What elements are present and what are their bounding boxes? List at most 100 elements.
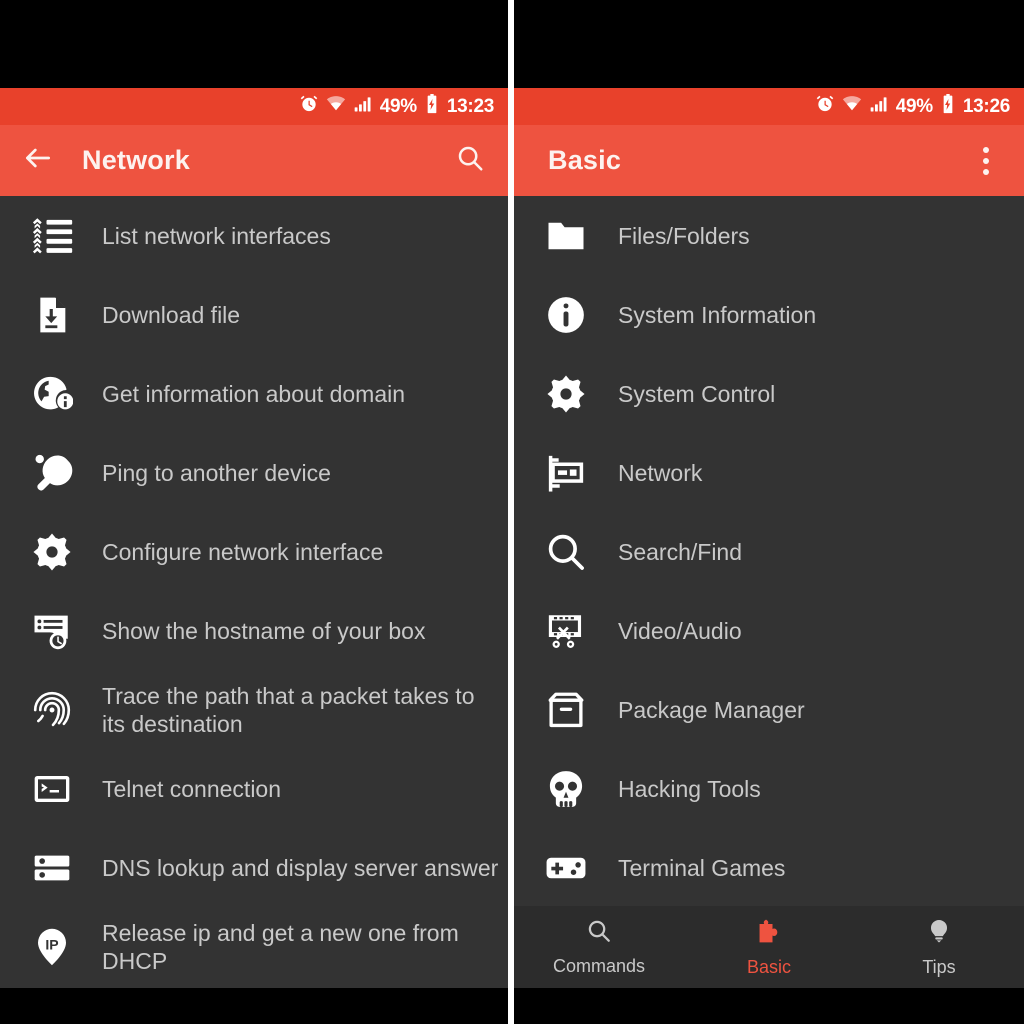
cellular-signal-icon <box>869 94 889 119</box>
battery-percent-label: 49% <box>379 96 417 117</box>
list-item-label: Configure network interface <box>102 538 384 565</box>
list-item-label: System Information <box>618 301 817 328</box>
list-item-label: Get information about domain <box>102 380 406 407</box>
list-item[interactable]: Search/Find <box>514 512 1024 591</box>
gear-icon <box>26 526 78 578</box>
list-item[interactable]: System Control <box>514 354 1024 433</box>
list-item[interactable]: Get information about domain <box>0 354 508 433</box>
right-status-bar: 49% 13:26 <box>514 88 1024 125</box>
nav-tab-basic[interactable]: Basic <box>684 917 854 978</box>
alarm-clock-icon <box>815 94 835 119</box>
clock-time-label: 13:23 <box>446 96 494 117</box>
list-item-label: List network interfaces <box>102 222 331 249</box>
list-item[interactable]: Ping to another device <box>0 433 508 512</box>
list-item-label: Telnet connection <box>102 775 282 802</box>
cellular-signal-icon <box>353 94 373 119</box>
hostname-card-icon <box>26 605 78 657</box>
search-icon <box>586 918 612 949</box>
back-button[interactable] <box>16 142 60 179</box>
info-circle-icon <box>540 289 592 341</box>
ip-pin-icon: IP <box>26 921 78 973</box>
page-title: Basic <box>548 145 622 175</box>
nav-tab-label: Basic <box>746 956 791 977</box>
back-arrow-icon <box>22 142 54 179</box>
list-item[interactable]: Network <box>514 433 1024 512</box>
list-item-label: Package Manager <box>618 696 805 723</box>
server-rack-icon <box>26 842 78 894</box>
package-box-icon <box>540 684 592 736</box>
list-item[interactable]: Package Manager <box>514 670 1024 749</box>
list-item-label: Terminal Games <box>618 854 786 881</box>
alarm-clock-icon <box>299 94 319 119</box>
right-bottom-bezel <box>514 988 1024 1024</box>
skull-icon <box>540 763 592 815</box>
list-item[interactable]: Hacking Tools <box>514 749 1024 828</box>
list-item[interactable]: Show the hostname of your box <box>0 591 508 670</box>
list-item-label: Video/Audio <box>618 617 742 644</box>
nav-tab-label: Commands <box>552 955 646 976</box>
list-item[interactable]: IP Release ip and get a new one from DHC… <box>0 907 508 986</box>
nav-tab-tips[interactable]: Tips <box>854 917 1024 978</box>
svg-text:IP: IP <box>45 936 58 952</box>
ping-pong-paddle-icon <box>26 447 78 499</box>
list-item[interactable]: Terminal Games <box>514 828 1024 906</box>
list-item[interactable]: DNS lookup and display server answer <box>0 828 508 907</box>
search-icon <box>455 143 485 178</box>
bottom-navigation-bar[interactable]: Commands Basic Tips <box>514 906 1024 988</box>
left-command-list[interactable]: List network interfaces Download file Ge… <box>0 196 508 988</box>
left-toolbar: Network <box>0 125 508 196</box>
list-item[interactable]: List network interfaces <box>0 196 508 275</box>
battery-charging-icon <box>940 94 956 119</box>
folder-icon <box>540 210 592 262</box>
list-item-label: Files/Folders <box>618 222 750 249</box>
dual-screenshot-composite: 49% 13:23 Network List network interface… <box>0 0 1024 1024</box>
list-item-label: Show the hostname of your box <box>102 617 426 644</box>
list-item[interactable]: Configure network interface <box>0 512 508 591</box>
list-item-label: Hacking Tools <box>618 775 761 802</box>
network-card-icon <box>540 447 592 499</box>
overflow-menu-icon <box>983 146 989 175</box>
nav-tab-commands[interactable]: Commands <box>514 918 684 977</box>
list-item-label: Download file <box>102 301 241 328</box>
list-item[interactable]: Telnet connection <box>0 749 508 828</box>
list-item-label: DNS lookup and display server answer <box>102 854 499 881</box>
right-category-list[interactable]: Files/Folders System Information System … <box>514 196 1024 906</box>
search-icon <box>540 526 592 578</box>
right-top-bezel <box>514 0 1024 88</box>
list-item[interactable]: Download file <box>0 275 508 354</box>
fingerprint-icon <box>26 684 78 736</box>
clock-time-label: 13:26 <box>962 96 1010 117</box>
gear-icon <box>540 368 592 420</box>
globe-info-icon <box>26 368 78 420</box>
right-toolbar: Basic <box>514 125 1024 196</box>
list-item[interactable]: Video/Audio <box>514 591 1024 670</box>
film-scissors-icon <box>540 605 592 657</box>
list-item-label: Search/Find <box>618 538 743 565</box>
left-bottom-bezel <box>0 988 508 1024</box>
lightbulb-icon <box>926 917 952 950</box>
page-title: Network <box>82 145 190 175</box>
overflow-menu-button[interactable] <box>964 146 1008 175</box>
download-file-icon <box>26 289 78 341</box>
puzzle-piece-icon <box>755 917 783 950</box>
left-top-bezel <box>0 0 508 88</box>
list-item-label: Ping to another device <box>102 459 331 486</box>
list-item-label: Trace the path that a packet takes to it… <box>102 682 475 737</box>
wifi-icon <box>842 94 862 119</box>
list-item-label: Release ip and get a new one from DHCP <box>102 919 459 974</box>
right-phone-screenshot: 49% 13:26 Basic Files/Folders System Inf… <box>514 0 1024 1024</box>
list-item[interactable]: System Information <box>514 275 1024 354</box>
list-item-label: Network <box>618 459 703 486</box>
wifi-icon <box>326 94 346 119</box>
gamepad-icon <box>540 842 592 894</box>
search-button[interactable] <box>448 143 492 178</box>
left-phone-screenshot: 49% 13:23 Network List network interface… <box>0 0 508 1024</box>
list-item[interactable]: Files/Folders <box>514 196 1024 275</box>
list-network-interfaces-icon <box>26 210 78 262</box>
battery-charging-icon <box>424 94 440 119</box>
list-item-label: System Control <box>618 380 776 407</box>
nav-tab-label: Tips <box>922 956 956 977</box>
battery-percent-label: 49% <box>895 96 933 117</box>
list-item[interactable]: Trace the path that a packet takes to it… <box>0 670 508 749</box>
terminal-prompt-icon <box>26 763 78 815</box>
